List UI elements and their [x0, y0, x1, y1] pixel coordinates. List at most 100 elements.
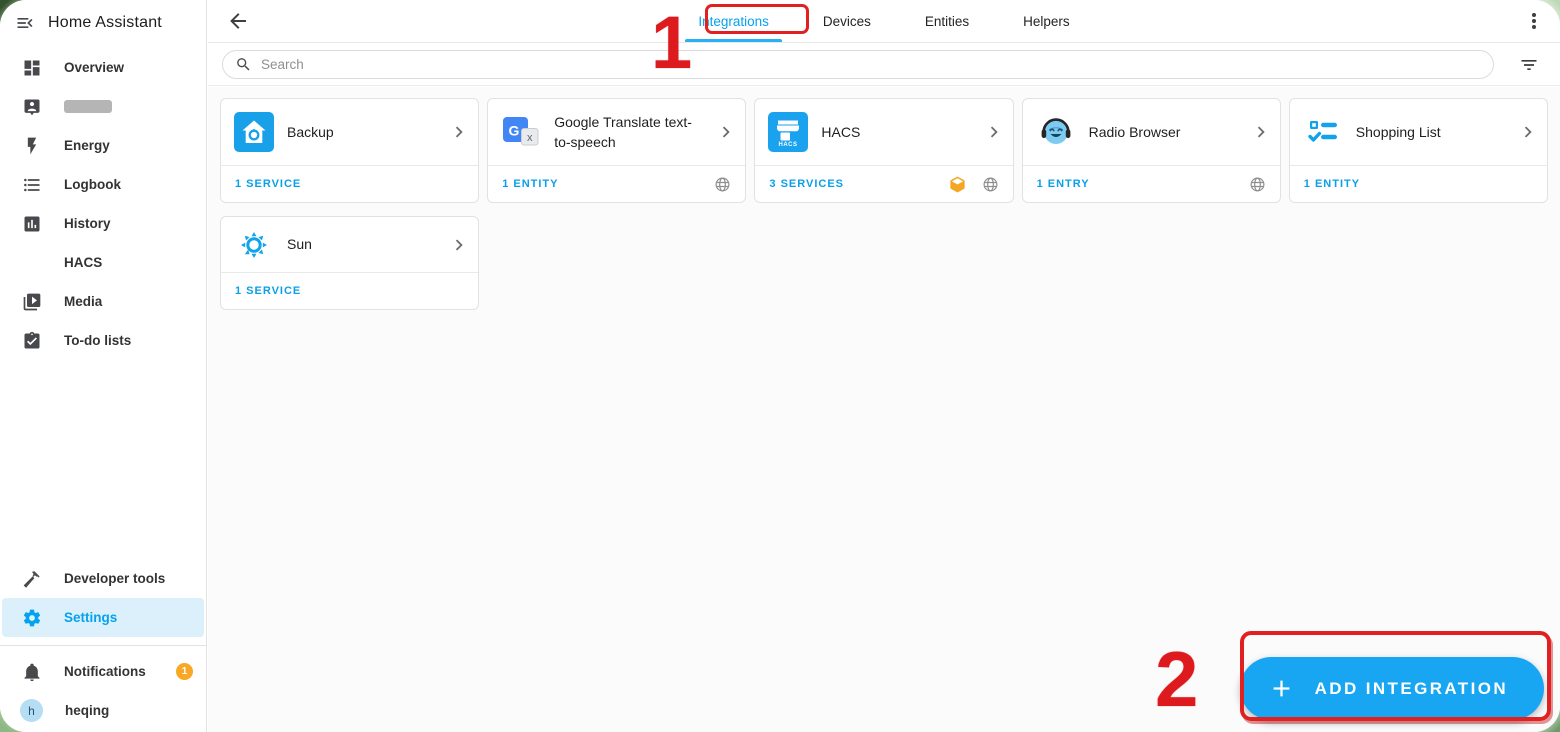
tab-devices[interactable]: Devices	[796, 0, 898, 42]
hammer-icon	[22, 569, 42, 589]
chevron-right-icon	[448, 234, 470, 256]
sidebar-item-label: Developer tools	[64, 571, 166, 586]
integration-card-shopping-list[interactable]: Shopping List 1 ENTITY	[1288, 98, 1548, 203]
user-avatar: h	[20, 699, 43, 722]
sidebar-item-label: Media	[64, 294, 103, 309]
integration-stat[interactable]: 1 ENTITY	[1304, 178, 1360, 190]
app-title: Home Assistant	[48, 14, 162, 31]
chevron-right-icon	[715, 121, 737, 143]
svg-text:G: G	[509, 123, 520, 139]
sun-icon	[234, 225, 274, 265]
sidebar-item-user-profile[interactable]: h heqing	[0, 691, 206, 730]
lightning-icon	[22, 136, 42, 156]
sidebar-item-label: To-do lists	[64, 333, 132, 348]
main-area: Integrations Devices Entities Helpers Se…	[208, 0, 1560, 732]
sidebar-item-label: Settings	[64, 610, 118, 625]
tab-integrations[interactable]: Integrations	[671, 0, 796, 42]
search-input[interactable]	[261, 57, 1481, 72]
add-integration-label: ADD INTEGRATION	[1314, 678, 1508, 698]
globe-icon[interactable]	[1249, 176, 1266, 193]
integration-card-sun[interactable]: Sun 1 SERVICE	[220, 216, 480, 310]
notification-badge: 1	[176, 663, 193, 680]
integration-name: Sun	[287, 236, 312, 253]
integration-card-radio-browser[interactable]: Radio Browser 1 ENTRY	[1021, 98, 1281, 203]
filter-icon[interactable]	[1519, 55, 1539, 75]
backup-icon	[234, 112, 274, 152]
sidebar-item-label: Energy	[64, 138, 110, 153]
sidebar-item-label: Notifications	[64, 664, 146, 679]
integration-stat[interactable]: 1 SERVICE	[235, 178, 301, 190]
sidebar-item-label: History	[64, 216, 111, 231]
tab-bar: Integrations Devices Entities Helpers	[671, 0, 1096, 42]
hacs-icon: HACS	[768, 112, 809, 152]
sidebar-item-notifications[interactable]: Notifications 1	[0, 652, 206, 691]
media-play-icon	[22, 292, 42, 312]
sidebar-item-developer-tools[interactable]: Developer tools	[0, 559, 206, 598]
sidebar-item-label: Overview	[64, 60, 125, 75]
sidebar-item-todo-lists[interactable]: To-do lists	[0, 321, 206, 360]
user-name: heqing	[65, 703, 110, 718]
radio-browser-icon	[1036, 112, 1076, 152]
dashboard-icon	[22, 58, 42, 78]
chevron-right-icon	[1250, 121, 1272, 143]
integration-card-backup[interactable]: Backup 1 SERVICE	[220, 98, 480, 203]
sidebar-item-hacs[interactable]: HACS	[0, 243, 206, 282]
person-badge-icon	[22, 97, 42, 117]
integration-stat[interactable]: 1 ENTRY	[1037, 178, 1090, 190]
sidebar: Home Assistant Overview Energy Logbook H…	[0, 0, 207, 732]
package-icon[interactable]	[948, 175, 967, 194]
sidebar-item-person[interactable]	[0, 87, 206, 126]
integration-grid-row-2: Sun 1 SERVICE	[220, 216, 1548, 310]
sidebar-nav: Overview Energy Logbook History HACS Med…	[0, 46, 206, 360]
sidebar-item-overview[interactable]: Overview	[0, 48, 206, 87]
integration-grid-row-1: Backup 1 SERVICE Gx Google Translate tex…	[220, 98, 1548, 203]
integration-name: HACS	[821, 123, 861, 140]
menu-open-icon[interactable]	[15, 13, 35, 33]
svg-text:x: x	[527, 132, 533, 144]
google-translate-icon: Gx	[501, 112, 541, 152]
sidebar-header: Home Assistant	[0, 0, 206, 46]
search-box[interactable]	[222, 50, 1494, 79]
chart-box-icon	[22, 214, 42, 234]
redacted-label	[64, 100, 112, 113]
integration-name: Google Translate text-to-speech	[554, 113, 692, 150]
sidebar-bottom: Developer tools Settings Notifications 1…	[0, 559, 206, 730]
integration-stat[interactable]: 1 ENTITY	[502, 178, 558, 190]
shopping-list-icon	[1303, 112, 1343, 152]
integrations-content: Backup 1 SERVICE Gx Google Translate tex…	[208, 87, 1560, 732]
svg-text:HACS: HACS	[779, 142, 798, 148]
tab-entities[interactable]: Entities	[898, 0, 996, 42]
home-assistant-window: Home Assistant Overview Energy Logbook H…	[0, 0, 1560, 732]
integration-name: Shopping List	[1355, 123, 1441, 140]
integration-stat[interactable]: 3 SERVICES	[769, 178, 844, 190]
bulleted-list-icon	[22, 175, 42, 195]
plus-icon	[1273, 680, 1289, 697]
integration-name: Backup	[287, 123, 334, 140]
sidebar-item-media[interactable]: Media	[0, 282, 206, 321]
sidebar-item-energy[interactable]: Energy	[0, 126, 206, 165]
chevron-right-icon	[983, 121, 1005, 143]
top-toolbar: Integrations Devices Entities Helpers	[208, 0, 1560, 43]
sidebar-item-logbook[interactable]: Logbook	[0, 165, 206, 204]
add-integration-button[interactable]: ADD INTEGRATION	[1239, 657, 1544, 720]
globe-icon[interactable]	[714, 176, 731, 193]
search-icon	[237, 58, 250, 71]
integration-stat[interactable]: 1 SERVICE	[235, 285, 301, 297]
hacs-blank-icon	[22, 253, 42, 273]
chevron-right-icon	[1517, 121, 1539, 143]
overflow-menu-icon[interactable]	[1522, 9, 1546, 33]
sidebar-item-history[interactable]: History	[0, 204, 206, 243]
search-row	[208, 43, 1560, 86]
integration-card-hacs[interactable]: HACS HACS 3 SERVICES	[754, 98, 1014, 203]
tab-helpers[interactable]: Helpers	[996, 0, 1097, 42]
gear-icon	[22, 608, 42, 628]
sidebar-divider	[0, 645, 206, 646]
clipboard-check-icon	[22, 331, 42, 351]
bell-icon	[22, 662, 42, 682]
integration-name: Radio Browser	[1088, 123, 1181, 140]
chevron-right-icon	[448, 121, 470, 143]
back-arrow-icon[interactable]	[226, 9, 250, 33]
integration-card-google-translate[interactable]: Gx Google Translate text-to-speech 1 ENT…	[487, 98, 747, 203]
globe-icon[interactable]	[982, 176, 999, 193]
sidebar-item-settings[interactable]: Settings	[2, 598, 204, 637]
